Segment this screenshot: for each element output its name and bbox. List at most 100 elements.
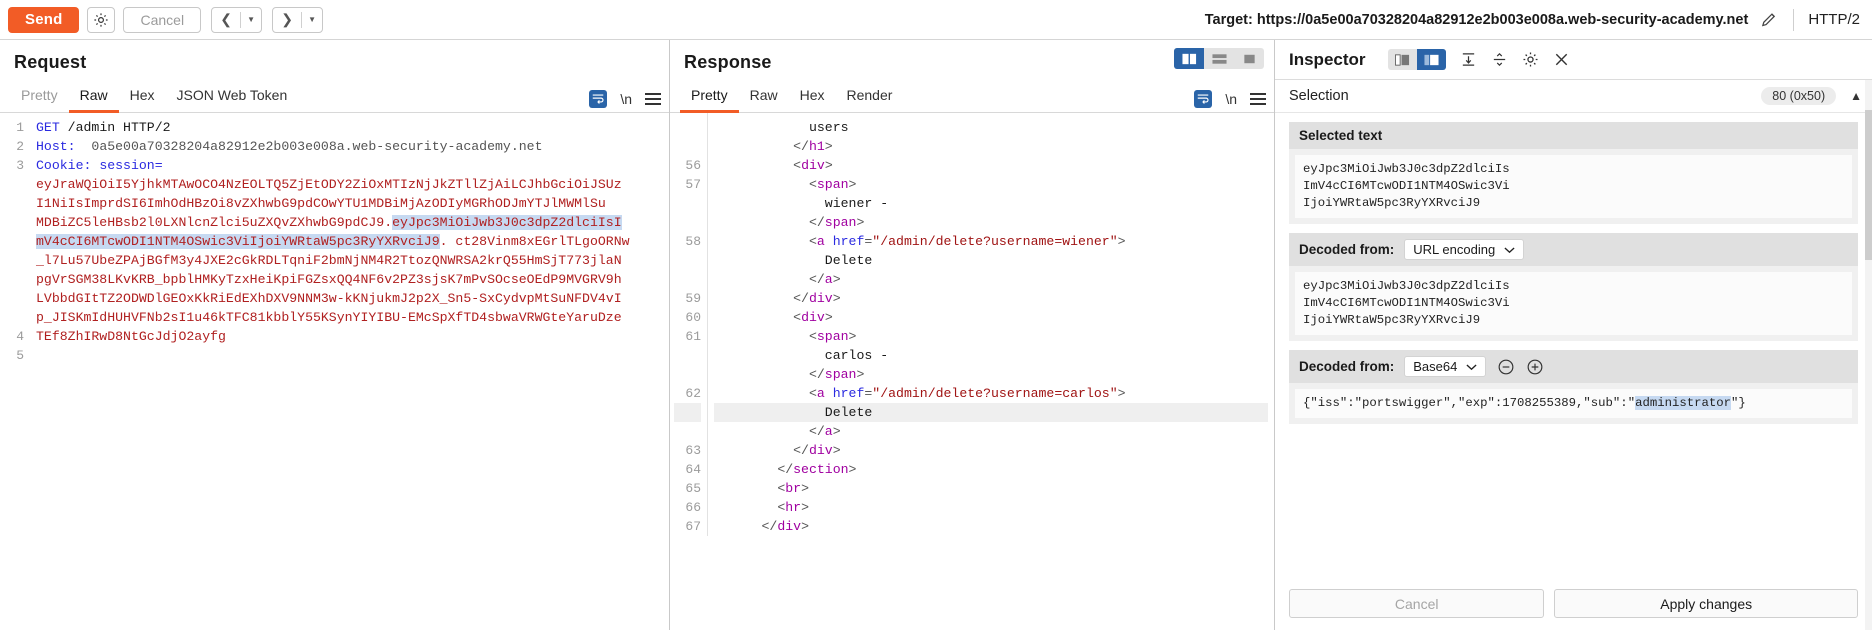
decoding-mode-select-url[interactable]: URL encoding bbox=[1404, 239, 1524, 260]
chevron-right-icon[interactable]: ❯ bbox=[273, 8, 301, 32]
response-code-line[interactable]: carlos - bbox=[714, 346, 1268, 365]
cancel-button[interactable]: Cancel bbox=[123, 7, 201, 33]
response-code-line[interactable]: </span> bbox=[714, 213, 1268, 232]
response-code-line[interactable]: <span> bbox=[714, 327, 1268, 346]
request-tab-tools: \n bbox=[589, 90, 661, 108]
hamburger-menu-icon[interactable] bbox=[645, 93, 661, 105]
response-code-line[interactable]: <hr> bbox=[714, 498, 1268, 517]
response-line-number bbox=[674, 213, 701, 232]
split-vertical-icon[interactable] bbox=[1174, 48, 1204, 69]
response-code-line[interactable]: <a href="/admin/delete?username=wiener"> bbox=[714, 232, 1268, 251]
response-code-line[interactable]: </a> bbox=[714, 270, 1268, 289]
minus-circle-icon[interactable] bbox=[1496, 357, 1515, 376]
jwt-line-7: LVbbdGItTZ2ODWDlGEOxKkRiEdEXhDXV9NNM3w-k… bbox=[36, 291, 622, 306]
code-token: users bbox=[809, 120, 849, 135]
response-code-line[interactable]: </a> bbox=[714, 422, 1268, 441]
response-code-line[interactable]: </div> bbox=[714, 289, 1268, 308]
header-cookie-name: session= bbox=[91, 158, 162, 173]
code-token: </ bbox=[777, 462, 793, 477]
request-raw-text[interactable]: GET /admin HTTP/2Host: 0a5e00a70328204a8… bbox=[30, 113, 669, 384]
response-code-line[interactable]: </section> bbox=[714, 460, 1268, 479]
word-wrap-icon[interactable] bbox=[1194, 90, 1212, 108]
chevron-left-icon[interactable]: ❮ bbox=[212, 8, 240, 32]
jwt-payload-prefix: {"iss":"portswigger","exp":1708255389,"s… bbox=[1303, 396, 1635, 410]
newline-toggle[interactable]: \n bbox=[1225, 91, 1237, 107]
word-wrap-icon[interactable] bbox=[589, 90, 607, 108]
response-tabs: Pretty Raw Hex Render \n bbox=[670, 83, 1274, 113]
code-token: > bbox=[833, 424, 841, 439]
tab-request-pretty[interactable]: Pretty bbox=[10, 83, 69, 113]
back-caret-down-icon[interactable]: ▼ bbox=[241, 8, 261, 32]
code-token: section bbox=[793, 462, 848, 477]
decoded-url-value[interactable]: eyJpc3MiOiJwb3J0c3dpZ2dlciIs ImV4cCI6MTc… bbox=[1295, 272, 1852, 335]
panel-left-icon[interactable] bbox=[1388, 49, 1417, 70]
newline-toggle[interactable]: \n bbox=[620, 91, 632, 107]
response-code-line[interactable]: </span> bbox=[714, 365, 1268, 384]
response-code-line[interactable]: </h1> bbox=[714, 137, 1268, 156]
code-token: Delete bbox=[825, 253, 872, 268]
cancel-button[interactable]: Cancel bbox=[1289, 589, 1544, 618]
response-code-line[interactable]: <span> bbox=[714, 175, 1268, 194]
decoded-base64-card-header: Decoded from: Base64 bbox=[1289, 350, 1858, 383]
pencil-icon[interactable] bbox=[1760, 10, 1779, 29]
send-button[interactable]: Send bbox=[8, 7, 79, 33]
chevron-up-icon[interactable]: ▲ bbox=[1850, 89, 1862, 103]
split-horizontal-icon[interactable] bbox=[1204, 48, 1234, 69]
code-token: < bbox=[809, 386, 817, 401]
single-pane-icon[interactable] bbox=[1234, 48, 1264, 69]
response-code-line[interactable]: </div> bbox=[714, 441, 1268, 460]
tab-request-raw[interactable]: Raw bbox=[69, 83, 119, 113]
hamburger-menu-icon[interactable] bbox=[1250, 93, 1266, 105]
response-line-number: 59 bbox=[674, 289, 701, 308]
code-token: > bbox=[1118, 234, 1126, 249]
selected-text-value[interactable]: eyJpc3MiOiJwb3J0c3dpZ2dlciIs ImV4cCI6MTc… bbox=[1295, 155, 1852, 218]
inspector-scrollbar[interactable] bbox=[1865, 80, 1872, 630]
tab-response-hex[interactable]: Hex bbox=[789, 83, 836, 113]
response-editor[interactable]: 565758596061626364656667 users </h1> <di… bbox=[670, 113, 1274, 630]
response-code-line[interactable]: <div> bbox=[714, 156, 1268, 175]
apply-changes-button[interactable]: Apply changes bbox=[1554, 589, 1858, 618]
tab-response-raw[interactable]: Raw bbox=[739, 83, 789, 113]
tab-request-jwt[interactable]: JSON Web Token bbox=[166, 83, 299, 113]
response-code-line[interactable]: wiener - bbox=[714, 194, 1268, 213]
response-code-line[interactable]: users bbox=[714, 118, 1268, 137]
close-icon[interactable] bbox=[1553, 51, 1570, 68]
tab-response-pretty[interactable]: Pretty bbox=[680, 83, 739, 113]
request-editor[interactable]: 123 45 GET /admin HTTP/2Host: 0a5e00a703… bbox=[0, 113, 669, 630]
decoded-base64-value[interactable]: {"iss":"portswigger","exp":1708255389,"s… bbox=[1295, 389, 1852, 418]
response-code-line[interactable]: <a href="/admin/delete?username=carlos"> bbox=[714, 384, 1268, 403]
tab-request-hex[interactable]: Hex bbox=[119, 83, 166, 113]
response-line-number: 56 bbox=[674, 156, 701, 175]
code-token: </ bbox=[809, 272, 825, 287]
jwt-line-9: TEf8ZhIRwD8NtGcJdjO2ayfg bbox=[36, 329, 226, 344]
code-token: > bbox=[801, 500, 809, 515]
expand-all-icon[interactable] bbox=[1460, 51, 1477, 68]
jwt-line-8: p_JISKmIdHUHVFNb2sI1u46kTFC81kbblY55KSyn… bbox=[36, 310, 622, 325]
response-code-line[interactable]: <br> bbox=[714, 479, 1268, 498]
response-code-line[interactable]: </div> bbox=[714, 517, 1268, 536]
selection-section-header[interactable]: Selection 80 (0x50) ▲ bbox=[1275, 80, 1872, 113]
header-cookie-key: Cookie: bbox=[36, 158, 91, 173]
code-token: > bbox=[825, 158, 833, 173]
code-token: </ bbox=[809, 367, 825, 382]
response-pretty-text[interactable]: users </h1> <div> <span> wiener - </span… bbox=[708, 113, 1274, 536]
collapse-all-icon[interactable] bbox=[1491, 51, 1508, 68]
code-token: span bbox=[817, 177, 849, 192]
code-token: > bbox=[849, 462, 857, 477]
forward-caret-down-icon[interactable]: ▼ bbox=[302, 8, 322, 32]
gear-icon[interactable] bbox=[1522, 51, 1539, 68]
code-token: </ bbox=[761, 519, 777, 534]
response-code-line[interactable]: Delete bbox=[714, 251, 1268, 270]
gear-icon[interactable] bbox=[87, 7, 115, 33]
header-host-key: Host: bbox=[36, 139, 76, 154]
response-code-line[interactable]: Delete bbox=[714, 403, 1268, 422]
selection-label: Selection bbox=[1289, 88, 1761, 104]
decoding-mode-select-base64[interactable]: Base64 bbox=[1404, 356, 1486, 377]
tab-response-render[interactable]: Render bbox=[836, 83, 904, 113]
plus-circle-icon[interactable] bbox=[1525, 357, 1544, 376]
panel-right-icon[interactable] bbox=[1417, 49, 1446, 70]
code-token: br bbox=[785, 481, 801, 496]
jwt-payload-suffix: "} bbox=[1731, 396, 1746, 410]
request-header: Request Pretty Raw Hex JSON Web Token bbox=[0, 40, 669, 113]
response-code-line[interactable]: <div> bbox=[714, 308, 1268, 327]
